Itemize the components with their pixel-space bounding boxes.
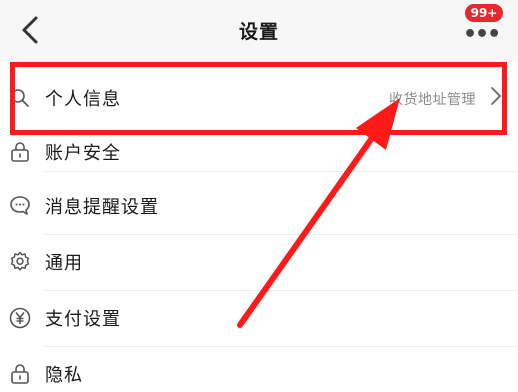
chevron-right-icon [491, 87, 501, 105]
navigation-bar: 设置 ••• 99+ [0, 0, 518, 62]
settings-item-personal-info[interactable]: 个人信息 收货地址管理 [0, 68, 518, 126]
settings-item-privacy[interactable]: 隐私 [0, 347, 518, 392]
settings-item-label: 隐私 [45, 365, 83, 386]
lock-icon [11, 142, 29, 162]
lock-icon [11, 364, 29, 384]
settings-item-general[interactable]: 通用 [0, 235, 518, 291]
yen-icon [9, 307, 31, 329]
address-management-label: 收货地址管理 [389, 92, 476, 108]
search-icon [11, 89, 29, 107]
settings-item-label: 个人信息 [45, 89, 121, 110]
gear-icon [10, 251, 30, 271]
chat-bubble-icon [10, 196, 30, 215]
settings-item-label: 支付设置 [45, 309, 121, 330]
notification-badge: 99+ [465, 4, 503, 22]
more-button[interactable]: ••• 99+ [455, 4, 503, 50]
settings-item-label: 消息提醒设置 [45, 197, 159, 218]
settings-screen: 设置 ••• 99+ 个人信息 收货地址管理 账户安全 消息提醒设置 通用 支付… [0, 0, 518, 392]
settings-item-payment[interactable]: 支付设置 [0, 291, 518, 347]
settings-item-label: 账户安全 [45, 143, 121, 164]
settings-item-label: 通用 [45, 253, 83, 274]
settings-item-account-security[interactable]: 账户安全 [0, 126, 518, 172]
settings-item-notifications[interactable]: 消息提醒设置 [0, 179, 518, 235]
page-title: 设置 [238, 21, 279, 43]
more-dots-icon: ••• [463, 22, 501, 47]
divider [45, 171, 518, 172]
